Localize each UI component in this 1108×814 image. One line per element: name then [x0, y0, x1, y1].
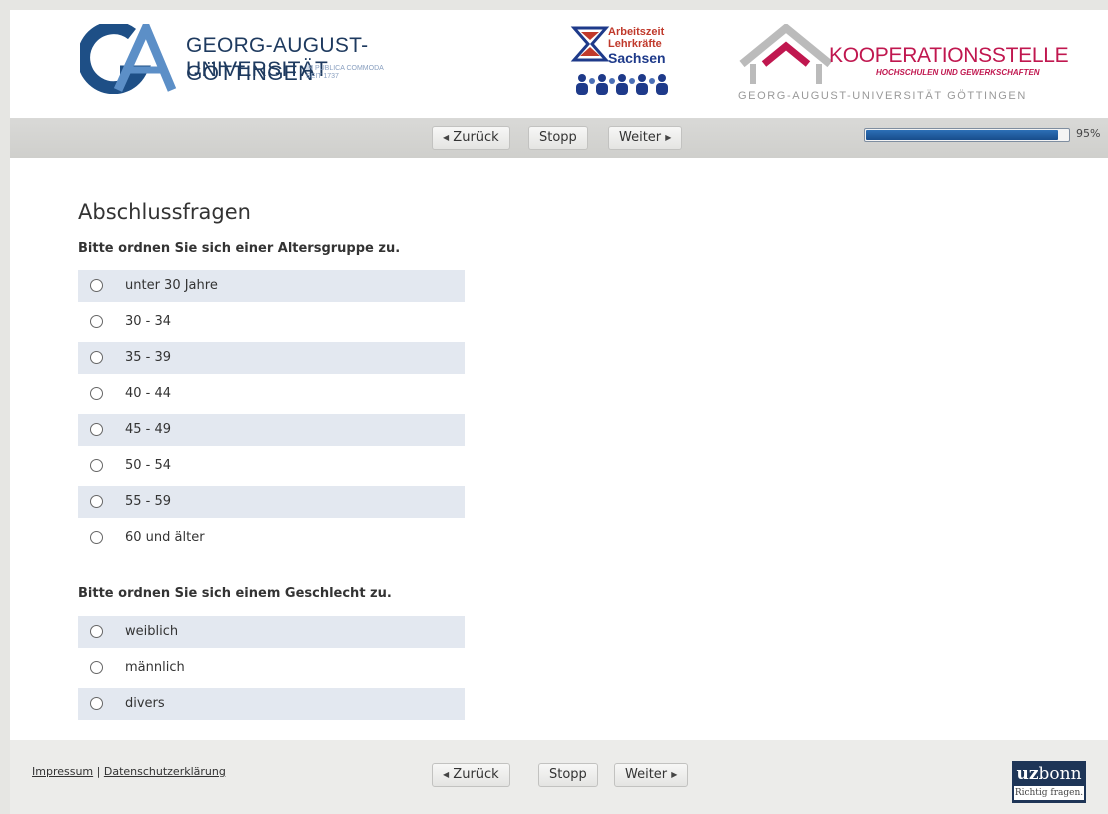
back-label: Zurück — [453, 767, 499, 782]
radio-option-label: 45 - 49 — [125, 422, 172, 437]
radio-option-age[interactable]: 35 - 39 — [78, 342, 465, 374]
radio-button[interactable] — [90, 315, 103, 328]
radio-option-age[interactable]: 50 - 54 — [78, 450, 465, 482]
header: GEORG-AUGUST-UNIVERSITÄT GÖTTINGEN IN PU… — [10, 10, 1108, 118]
alas-line2: Lehrkräfte — [608, 38, 662, 50]
uzbonn-rest: bonn — [1038, 764, 1082, 784]
radio-button[interactable] — [90, 697, 103, 710]
page-title: Abschlussfragen — [78, 200, 251, 224]
uzbonn-bold: uz — [1016, 764, 1039, 784]
radio-button[interactable] — [90, 495, 103, 508]
chevron-right-icon: ▶ — [671, 770, 678, 779]
stop-label: Stopp — [549, 767, 587, 782]
hourglass-icon — [570, 26, 610, 62]
radio-option-gender[interactable]: divers — [78, 688, 465, 720]
radio-option-gender[interactable]: weiblich — [78, 616, 465, 648]
radio-option-gender[interactable]: männlich — [78, 652, 465, 684]
radio-button[interactable] — [90, 387, 103, 400]
koop-subtitle: HOCHSCHULEN UND GEWERKSCHAFTEN — [876, 68, 1040, 77]
house-roof-icon — [739, 24, 833, 84]
radio-button[interactable] — [90, 423, 103, 436]
radio-option-label: weiblich — [125, 624, 179, 639]
radio-option-age[interactable]: 55 - 59 — [78, 486, 465, 518]
uzbonn-tagline: Richtig fragen. — [1014, 786, 1084, 800]
radio-option-label: 35 - 39 — [125, 350, 172, 365]
radio-option-age[interactable]: unter 30 Jahre — [78, 270, 465, 302]
radio-button[interactable] — [90, 531, 103, 544]
question-age: Bitte ordnen Sie sich einer Altersgruppe… — [78, 241, 401, 256]
progress-percent-label: 95% — [1076, 127, 1101, 140]
survey-frame: GEORG-AUGUST-UNIVERSITÄT GÖTTINGEN IN PU… — [10, 10, 1108, 814]
ga-motto: IN PUBLICA COMMODA SEIT 1737 — [306, 65, 384, 81]
ga-name-line2: GÖTTINGEN — [186, 62, 314, 85]
next-label: Weiter — [619, 130, 662, 145]
ga-motto-line2: SEIT 1737 — [306, 73, 339, 80]
radio-option-label: divers — [125, 696, 165, 711]
progress-bar-fill — [866, 130, 1058, 140]
progress-bar — [864, 128, 1070, 142]
alas-line3: Sachsen — [608, 50, 666, 66]
radio-option-label: 60 und älter — [125, 530, 205, 545]
privacy-policy-link[interactable]: Datenschutzerklärung — [104, 765, 226, 778]
back-label: Zurück — [453, 130, 499, 145]
radio-option-age[interactable]: 30 - 34 — [78, 306, 465, 338]
people-group-icon — [576, 74, 668, 95]
radio-option-label: 30 - 34 — [125, 314, 172, 329]
question-gender: Bitte ordnen Sie sich einem Geschlecht z… — [78, 586, 392, 601]
koop-university-line: GEORG-AUGUST-UNIVERSITÄT GÖTTINGEN — [738, 90, 1027, 102]
alas-line1: Arbeitszeit — [608, 26, 665, 38]
radio-option-label: 55 - 59 — [125, 494, 172, 509]
radio-button[interactable] — [90, 351, 103, 364]
uzbonn-logo: uzbonn Richtig fragen. — [1012, 761, 1086, 803]
radio-option-label: männlich — [125, 660, 185, 675]
georg-august-logo: GEORG-AUGUST-UNIVERSITÄT GÖTTINGEN IN PU… — [77, 16, 500, 95]
kooperationsstelle-logo: KOOPERATIONSSTELLE HOCHSCHULEN UND GEWER… — [734, 24, 1069, 104]
radio-option-label: 40 - 44 — [125, 386, 172, 401]
footer-separator: | — [96, 765, 101, 778]
radio-button[interactable] — [90, 279, 103, 292]
stop-button-bottom[interactable]: Stopp — [538, 763, 598, 787]
radio-option-age[interactable]: 45 - 49 — [78, 414, 465, 446]
ga-motto-line1: IN PUBLICA COMMODA — [306, 65, 384, 72]
impressum-link[interactable]: Impressum — [32, 765, 93, 778]
chevron-left-icon: ◀ — [443, 770, 450, 779]
arbeitszeit-lehrkraefte-logo: Arbeitszeit Lehrkräfte Sachsen — [568, 24, 678, 102]
radio-button[interactable] — [90, 625, 103, 638]
footer: Impressum | Datenschutzerklärung ◀ Zurüc… — [10, 740, 1108, 814]
back-button-top[interactable]: ◀ Zurück — [432, 126, 510, 150]
radio-button[interactable] — [90, 459, 103, 472]
ga-emblem-icon — [77, 16, 177, 95]
radio-option-label: 50 - 54 — [125, 458, 172, 473]
next-button-bottom[interactable]: Weiter ▶ — [614, 763, 689, 787]
uzbonn-wordmark: uzbonn — [1012, 761, 1086, 784]
radio-button[interactable] — [90, 661, 103, 674]
next-label: Weiter — [625, 767, 668, 782]
survey-content: Abschlussfragen Bitte ordnen Sie sich ei… — [10, 158, 1108, 740]
back-button-bottom[interactable]: ◀ Zurück — [432, 763, 510, 787]
next-button-top[interactable]: Weiter ▶ — [608, 126, 683, 150]
stop-label: Stopp — [539, 130, 577, 145]
koop-title: KOOPERATIONSSTELLE — [829, 44, 1069, 67]
chevron-left-icon: ◀ — [443, 133, 450, 142]
footer-links: Impressum | Datenschutzerklärung — [32, 765, 226, 778]
radio-option-label: unter 30 Jahre — [125, 278, 218, 293]
radio-option-age[interactable]: 40 - 44 — [78, 378, 465, 410]
chevron-right-icon: ▶ — [665, 133, 672, 142]
radio-option-age[interactable]: 60 und älter — [78, 522, 465, 554]
stop-button-top[interactable]: Stopp — [528, 126, 588, 150]
